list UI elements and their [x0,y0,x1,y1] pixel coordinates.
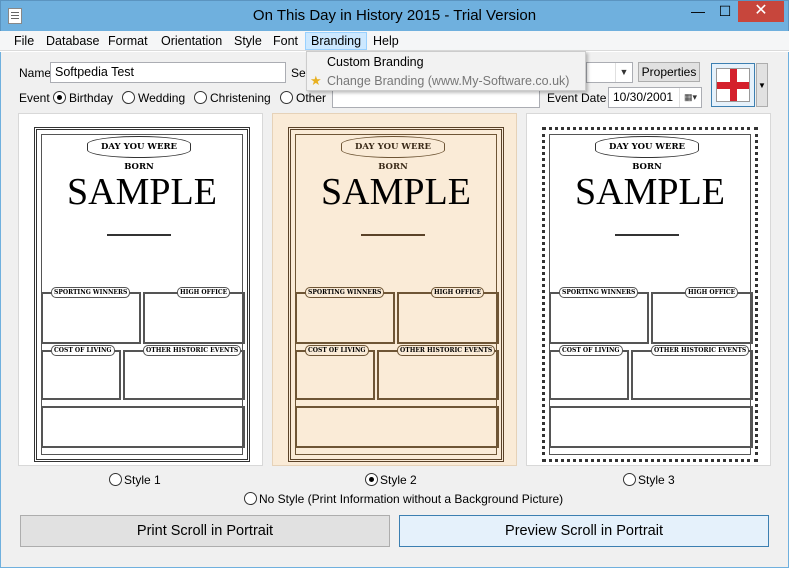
high-office-box: HIGH OFFICE [651,287,753,344]
chevron-down-icon: ▼ [615,63,632,82]
name-input[interactable]: Softpedia Test [50,62,286,83]
menu-orientation[interactable]: Orientation [156,32,227,50]
flag-button[interactable] [711,63,755,107]
sporting-winners-box: SPORTING WINNERS [295,287,395,344]
scroll-banner: DAY YOU WERE BORN [595,136,699,172]
style-2-radio[interactable] [365,473,378,486]
template-select[interactable]: ▼ [586,62,633,83]
star-icon: ★ [310,73,322,88]
scroll-frame: DAY YOU WERE BORN SAMPLE SPORTING WINNER… [288,127,504,462]
other-historic-events-box: OTHER HISTORIC EVENTS [377,345,499,400]
no-style-radio[interactable] [244,492,257,505]
event-birthday-label[interactable]: Birthday [69,91,113,105]
print-scroll-button[interactable]: Print Scroll in Portrait [20,515,390,547]
custom-branding-menu-item[interactable]: Custom Branding [307,53,585,71]
event-christening-label[interactable]: Christening [210,91,271,105]
ornament-divider [361,234,425,236]
high-office-box: HIGH OFFICE [143,287,245,344]
ornament-divider [107,234,171,236]
no-style-label[interactable]: No Style (Print Information without a Ba… [259,492,563,506]
other-historic-events-box: OTHER HISTORIC EVENTS [123,345,245,400]
event-date-value: 10/30/2001 [613,90,674,104]
menu-file[interactable]: File [9,32,39,50]
minimize-button[interactable]: — [684,1,712,22]
preview-scroll-button[interactable]: Preview Scroll in Portrait [399,515,769,547]
menu-branding[interactable]: Branding [305,32,368,50]
menu-help[interactable]: Help [368,32,404,50]
bottom-box [295,406,499,448]
style-3-preview[interactable]: DAY YOU WERE BORN SAMPLE SPORTING WINNER… [526,113,771,466]
sample-watermark: SAMPLE [575,171,725,213]
sporting-winners-box: SPORTING WINNERS [41,287,141,344]
menu-font[interactable]: Font [268,32,303,50]
style-1-label[interactable]: Style 1 [124,473,161,487]
menu-database[interactable]: Database [41,32,105,50]
scroll-banner: DAY YOU WERE BORN [341,136,445,172]
style-1-radio[interactable] [109,473,122,486]
menu-bar: File Database Format Orientation Style F… [0,31,789,51]
bottom-box [41,406,245,448]
bottom-box [549,406,753,448]
style-2-label[interactable]: Style 2 [380,473,417,487]
event-label: Event [19,91,50,105]
event-wedding-label[interactable]: Wedding [138,91,185,105]
ornament-divider [615,234,679,236]
event-wedding-radio[interactable] [122,91,135,104]
event-other-radio[interactable] [280,91,293,104]
calendar-icon[interactable]: ▦▾ [679,88,701,107]
menu-style[interactable]: Style [229,32,267,50]
custom-branding-label: Custom Branding [327,55,424,69]
maximize-button[interactable]: ☐ [712,1,738,22]
scroll-frame: DAY YOU WERE BORN SAMPLE SPORTING WINNER… [542,127,758,462]
event-birthday-radio[interactable] [53,91,66,104]
style-1-preview[interactable]: DAY YOU WERE BORN SAMPLE SPORTING WINNER… [18,113,263,466]
style-2-preview[interactable]: DAY YOU WERE BORN SAMPLE SPORTING WINNER… [272,113,517,466]
sporting-winners-box: SPORTING WINNERS [549,287,649,344]
scroll-banner: DAY YOU WERE BORN [87,136,191,172]
other-historic-events-box: OTHER HISTORIC EVENTS [631,345,753,400]
sample-watermark: SAMPLE [67,171,217,213]
menu-format[interactable]: Format [103,32,153,50]
close-button[interactable]: ✕ [738,1,784,22]
flag-dropdown-button[interactable]: ▼ [756,63,768,107]
branding-dropdown-menu: Custom Branding ★ Change Branding (www.M… [306,51,586,91]
properties-button[interactable]: Properties [638,62,700,82]
high-office-box: HIGH OFFICE [397,287,499,344]
change-branding-menu-item[interactable]: ★ Change Branding (www.My-Software.co.uk… [307,72,585,90]
event-date-label: Event Date [547,91,607,105]
cost-of-living-box: COST OF LIVING [549,345,629,400]
scroll-frame: DAY YOU WERE BORN SAMPLE SPORTING WINNER… [34,127,250,462]
event-date-picker[interactable]: 10/30/2001 ▦▾ [608,87,702,108]
title-bar: On This Day in History 2015 - Trial Vers… [0,0,789,31]
event-christening-radio[interactable] [194,91,207,104]
sample-watermark: SAMPLE [321,171,471,213]
change-branding-label: Change Branding (www.My-Software.co.uk) [327,74,570,88]
cost-of-living-box: COST OF LIVING [295,345,375,400]
name-label: Name [19,66,52,80]
england-flag-icon [716,68,750,102]
window-title: On This Day in History 2015 - Trial Vers… [252,7,537,24]
cost-of-living-box: COST OF LIVING [41,345,121,400]
event-other-label[interactable]: Other [296,91,326,105]
style-3-label[interactable]: Style 3 [638,473,675,487]
style-3-radio[interactable] [623,473,636,486]
